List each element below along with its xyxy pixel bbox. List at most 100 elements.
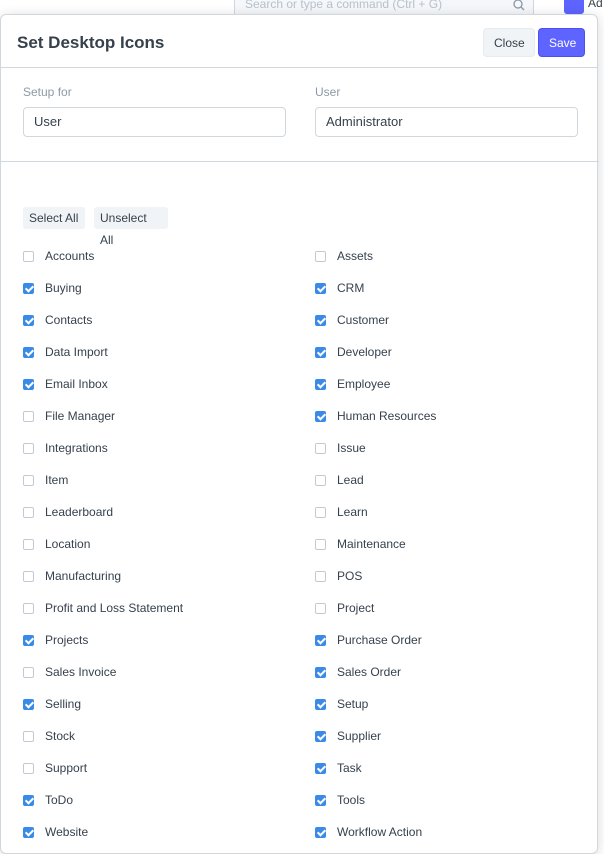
module-checkbox[interactable] bbox=[315, 762, 326, 774]
module-checkbox[interactable] bbox=[23, 794, 34, 806]
module-checkbox[interactable] bbox=[315, 378, 326, 390]
module-option[interactable]: Profit and Loss Statement bbox=[23, 598, 183, 618]
module-checkbox[interactable] bbox=[23, 250, 34, 262]
module-option[interactable]: POS bbox=[315, 566, 362, 586]
module-option[interactable]: Email Inbox bbox=[23, 374, 108, 394]
module-label: Location bbox=[45, 537, 91, 551]
module-checkbox[interactable] bbox=[315, 666, 326, 678]
module-checkbox[interactable] bbox=[23, 378, 34, 390]
search-icon bbox=[513, 0, 525, 11]
module-checkbox[interactable] bbox=[315, 474, 326, 486]
module-option[interactable]: Buying bbox=[23, 278, 82, 298]
module-option[interactable]: Assets bbox=[315, 246, 373, 266]
module-option[interactable]: Support bbox=[23, 758, 87, 778]
module-option[interactable]: Task bbox=[315, 758, 362, 778]
module-checkbox[interactable] bbox=[23, 762, 34, 774]
module-option[interactable]: Leaderboard bbox=[23, 502, 113, 522]
save-button[interactable]: Save bbox=[538, 28, 585, 57]
module-checkbox[interactable] bbox=[23, 570, 34, 582]
module-option[interactable]: File Manager bbox=[23, 406, 115, 426]
module-checkbox[interactable] bbox=[23, 666, 34, 678]
module-label: Manufacturing bbox=[45, 569, 122, 583]
module-option[interactable]: Stock bbox=[23, 726, 75, 746]
module-checkbox[interactable] bbox=[315, 538, 326, 550]
module-option[interactable]: Developer bbox=[315, 342, 392, 362]
module-label: Leaderboard bbox=[45, 505, 114, 519]
module-option[interactable]: Maintenance bbox=[315, 534, 406, 554]
module-option[interactable]: ToDo bbox=[23, 790, 73, 810]
section-divider bbox=[1, 161, 599, 162]
module-checkbox[interactable] bbox=[315, 506, 326, 518]
module-checkbox[interactable] bbox=[315, 410, 326, 422]
setup-for-label: Setup for bbox=[23, 85, 72, 99]
module-label: Maintenance bbox=[337, 537, 406, 551]
select-all-button[interactable]: Select All bbox=[23, 207, 85, 229]
module-checkbox[interactable] bbox=[23, 410, 34, 422]
module-checkbox[interactable] bbox=[23, 730, 34, 742]
module-label: Customer bbox=[337, 313, 390, 327]
module-option[interactable]: Purchase Order bbox=[315, 630, 422, 650]
module-option[interactable]: Item bbox=[23, 470, 68, 490]
module-checkbox[interactable] bbox=[23, 602, 34, 614]
module-checkbox[interactable] bbox=[315, 730, 326, 742]
module-option[interactable]: Employee bbox=[315, 374, 390, 394]
close-button[interactable]: Close bbox=[483, 28, 535, 57]
user-field[interactable]: Administrator bbox=[315, 107, 578, 137]
module-label: POS bbox=[337, 569, 363, 583]
module-option[interactable]: Customer bbox=[315, 310, 389, 330]
module-option[interactable]: Tools bbox=[315, 790, 365, 810]
module-checkbox[interactable] bbox=[23, 346, 34, 358]
module-checkbox[interactable] bbox=[315, 794, 326, 806]
module-option[interactable]: Projects bbox=[23, 630, 88, 650]
module-option[interactable]: Data Import bbox=[23, 342, 108, 362]
module-checkbox[interactable] bbox=[23, 698, 34, 710]
module-option[interactable]: Accounts bbox=[23, 246, 94, 266]
module-checkbox[interactable] bbox=[315, 602, 326, 614]
module-option[interactable]: Sales Invoice bbox=[23, 662, 116, 682]
module-option[interactable]: Project bbox=[315, 598, 374, 618]
module-checkbox[interactable] bbox=[315, 346, 326, 358]
module-checkbox[interactable] bbox=[315, 570, 326, 582]
module-option[interactable]: Location bbox=[23, 534, 90, 554]
module-checkbox[interactable] bbox=[23, 282, 34, 294]
module-checkbox[interactable] bbox=[315, 826, 326, 838]
module-checkbox[interactable] bbox=[315, 442, 326, 454]
module-label: Profit and Loss Statement bbox=[45, 601, 184, 615]
module-option[interactable]: Sales Order bbox=[315, 662, 401, 682]
module-option[interactable]: Setup bbox=[315, 694, 368, 714]
module-option[interactable]: Integrations bbox=[23, 438, 108, 458]
module-option[interactable]: Learn bbox=[315, 502, 368, 522]
module-checkbox[interactable] bbox=[315, 634, 326, 646]
module-checkbox[interactable] bbox=[23, 634, 34, 646]
module-checkbox[interactable] bbox=[315, 314, 326, 326]
module-checkbox[interactable] bbox=[23, 442, 34, 454]
module-checkbox[interactable] bbox=[23, 314, 34, 326]
module-option[interactable]: Lead bbox=[315, 470, 364, 490]
module-label: Sales Invoice bbox=[45, 665, 117, 679]
unselect-all-button[interactable]: Unselect All bbox=[94, 207, 168, 247]
module-option[interactable]: Issue bbox=[315, 438, 366, 458]
module-option[interactable]: Selling bbox=[23, 694, 81, 714]
module-label: File Manager bbox=[45, 409, 116, 423]
module-label: Supplier bbox=[337, 729, 382, 743]
module-checkbox[interactable] bbox=[315, 282, 326, 294]
modal-header: Set Desktop Icons Close Save bbox=[1, 15, 597, 68]
module-label: CRM bbox=[337, 281, 365, 295]
module-label: Assets bbox=[337, 249, 374, 263]
setup-for-select[interactable]: User bbox=[23, 107, 286, 137]
module-option[interactable]: Manufacturing bbox=[23, 566, 121, 586]
module-option[interactable]: Human Resources bbox=[315, 406, 436, 426]
module-option[interactable]: CRM bbox=[315, 278, 364, 298]
module-checkbox[interactable] bbox=[315, 698, 326, 710]
module-option[interactable]: Supplier bbox=[315, 726, 381, 746]
module-checkbox[interactable] bbox=[23, 826, 34, 838]
module-checkbox[interactable] bbox=[23, 474, 34, 486]
module-option[interactable]: Workflow Action bbox=[315, 822, 422, 842]
module-checkbox[interactable] bbox=[23, 506, 34, 518]
module-option[interactable]: Website bbox=[23, 822, 88, 842]
module-checkbox[interactable] bbox=[23, 538, 34, 550]
module-option[interactable]: Contacts bbox=[23, 310, 92, 330]
module-label: Task bbox=[337, 761, 362, 775]
module-checkbox[interactable] bbox=[315, 250, 326, 262]
avatar bbox=[564, 0, 584, 14]
